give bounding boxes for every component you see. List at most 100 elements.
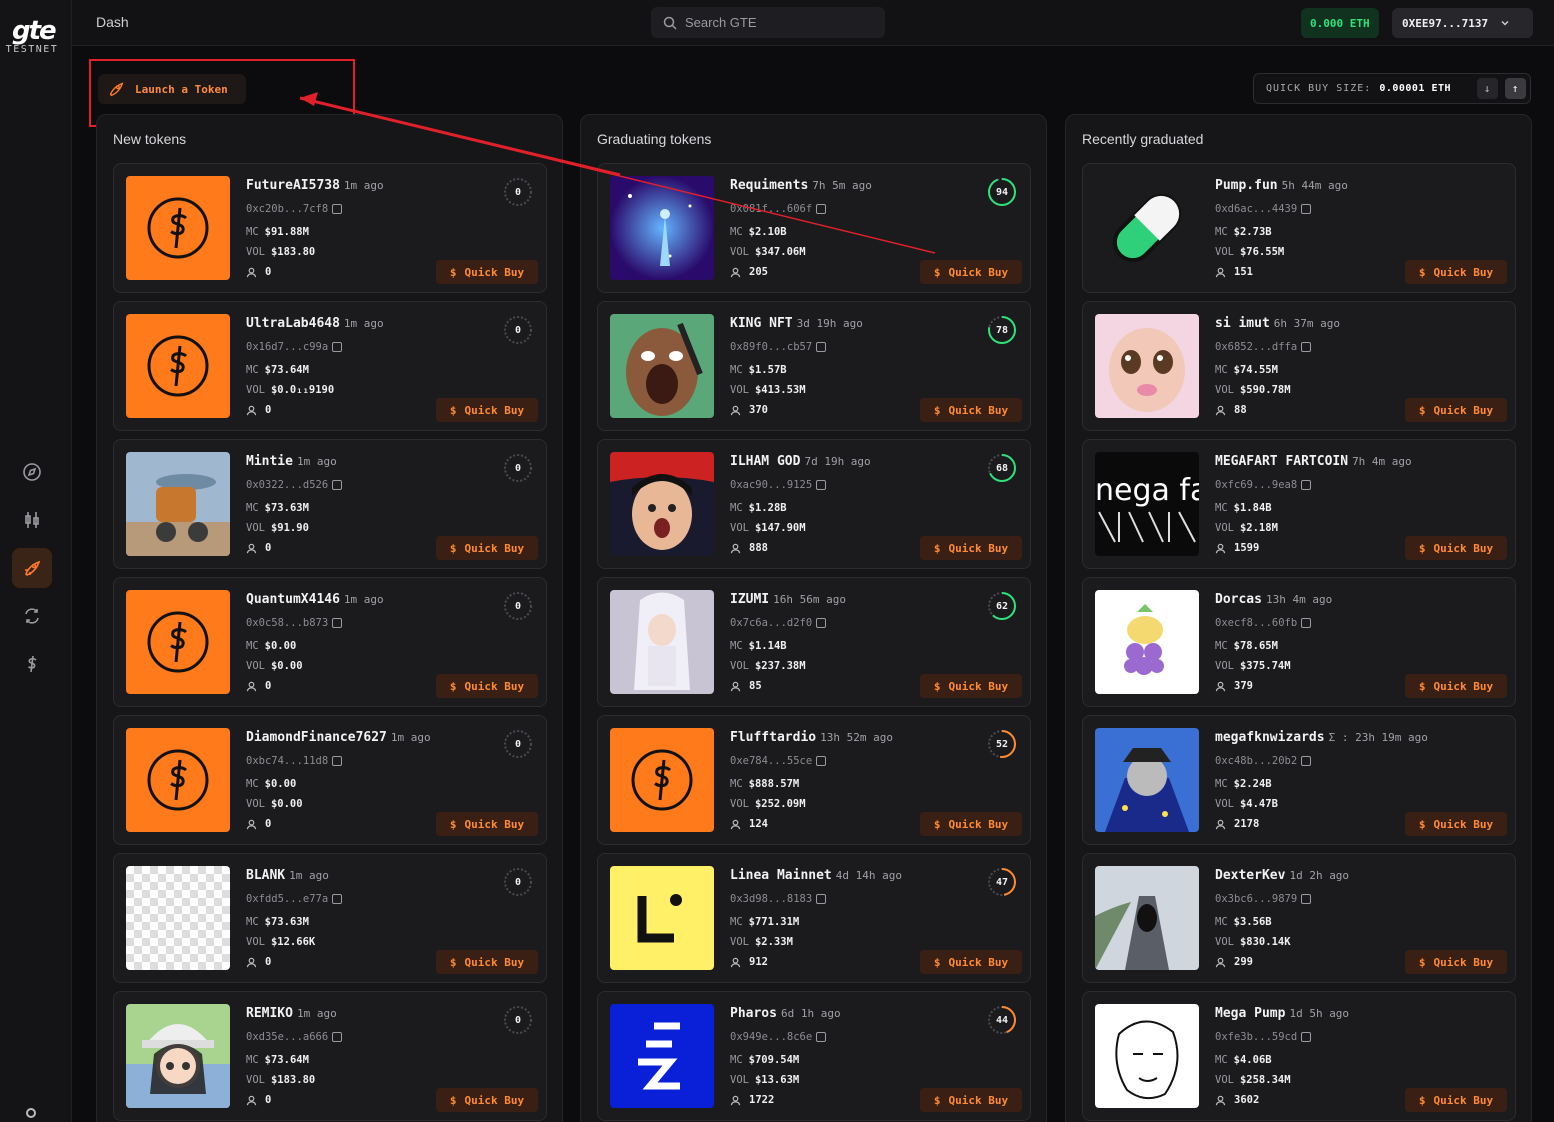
copy-icon[interactable] bbox=[332, 618, 343, 628]
copy-icon[interactable] bbox=[332, 342, 343, 352]
search-input[interactable] bbox=[685, 15, 865, 30]
copy-icon[interactable] bbox=[816, 618, 827, 628]
quick-buy-button[interactable]: $ Quick Buy bbox=[920, 536, 1022, 560]
holders-count: 88 bbox=[1234, 404, 1247, 416]
quick-buy-button[interactable]: $ Quick Buy bbox=[1405, 1088, 1507, 1112]
copy-icon[interactable] bbox=[332, 756, 343, 766]
token-card[interactable]: FutureAI5738 1m ago 0xc20b...7cf8 MC $91.88M… bbox=[113, 163, 547, 293]
token-name: Mintie bbox=[246, 454, 293, 469]
quick-buy-button[interactable]: $ Quick Buy bbox=[920, 398, 1022, 422]
token-card[interactable]: Pump.fun 5h 44m ago 0xd6ac...4439 MC $2.73B V… bbox=[1082, 163, 1516, 293]
quick-buy-label: Quick Buy bbox=[464, 541, 525, 555]
copy-icon[interactable] bbox=[816, 480, 827, 490]
eth-balance[interactable]: 0.000 ETH bbox=[1301, 8, 1379, 38]
token-card[interactable]: BLANK 1m ago 0xfdd5...e77a MC $73.63M VOL $12.… bbox=[113, 853, 547, 983]
copy-icon[interactable] bbox=[1301, 342, 1312, 352]
token-card[interactable]: Linea Mainnet 4d 14h ago 0x3d98...8183 MC $7… bbox=[597, 853, 1031, 983]
copy-icon[interactable] bbox=[1301, 894, 1312, 904]
quick-buy-button[interactable]: $ Quick Buy bbox=[1405, 260, 1507, 284]
quick-buy-button[interactable]: $ Quick Buy bbox=[436, 536, 538, 560]
launch-token-button[interactable]: Launch a Token bbox=[98, 74, 246, 104]
market-cap: $1.57B bbox=[748, 364, 787, 376]
quick-buy-button[interactable]: $ Quick Buy bbox=[436, 674, 538, 698]
vol-label: VOL bbox=[1215, 384, 1234, 396]
quick-buy-button[interactable]: $ Quick Buy bbox=[920, 1088, 1022, 1112]
wallet-button[interactable]: 0XEE97...7137 bbox=[1392, 8, 1533, 38]
mc-label: MC bbox=[730, 640, 743, 652]
sidebar-item-swap[interactable] bbox=[12, 596, 52, 636]
quick-buy-button[interactable]: $ Quick Buy bbox=[1405, 812, 1507, 836]
token-card[interactable]: UltraLab4648 1m ago 0x16d7...c99a MC $73.64M… bbox=[113, 301, 547, 431]
token-card[interactable]: IZUMI 16h 56m ago 0x7c6a...d2f0 MC $1.14B VOL… bbox=[597, 577, 1031, 707]
market-cap: $1.28B bbox=[748, 502, 787, 514]
quick-buy-button[interactable]: $ Quick Buy bbox=[436, 260, 538, 284]
market-cap-row: MC $709.54M bbox=[730, 1054, 799, 1066]
quick-buy-button[interactable]: $ Quick Buy bbox=[436, 398, 538, 422]
quick-buy-button[interactable]: $ Quick Buy bbox=[1405, 536, 1507, 560]
token-card[interactable]: Flufftardio 13h 52m ago 0xe784...55ce MC $88… bbox=[597, 715, 1031, 845]
user-icon bbox=[246, 267, 257, 277]
sidebar-item-trade[interactable] bbox=[12, 500, 52, 540]
sidebar-item-launchpad[interactable] bbox=[12, 548, 52, 588]
token-address-row: 0xbc74...11d8 bbox=[246, 755, 343, 767]
copy-icon[interactable] bbox=[816, 342, 827, 352]
copy-icon[interactable] bbox=[1301, 756, 1312, 766]
quick-buy-button[interactable]: $ Quick Buy bbox=[1405, 398, 1507, 422]
sidebar-item-discover[interactable] bbox=[12, 452, 52, 492]
copy-icon[interactable] bbox=[332, 480, 343, 490]
token-card[interactable]: Dorcas 13h 4m ago 0xecf8...60fb MC $78.65M VO… bbox=[1082, 577, 1516, 707]
copy-icon[interactable] bbox=[1301, 618, 1312, 628]
quick-buy-button[interactable]: $ Quick Buy bbox=[436, 1088, 538, 1112]
market-cap: $2.24B bbox=[1233, 778, 1272, 790]
token-card[interactable]: nega fa MEGAFART FARTCOIN 7h 4m ago 0xfc69.… bbox=[1082, 439, 1516, 569]
arrow-up-icon[interactable]: ↑ bbox=[1505, 78, 1526, 99]
token-name: DexterKev bbox=[1215, 868, 1286, 883]
copy-icon[interactable] bbox=[816, 756, 827, 766]
token-card[interactable]: DiamondFinance7627 1m ago 0xbc74...11d8 MC $… bbox=[113, 715, 547, 845]
token-name: Dorcas bbox=[1215, 592, 1262, 607]
token-card[interactable]: KING NFT 3d 19h ago 0x89f0...cb57 MC $1.57B V… bbox=[597, 301, 1031, 431]
quick-buy-button[interactable]: $ Quick Buy bbox=[920, 674, 1022, 698]
market-cap: $73.64M bbox=[264, 1054, 309, 1066]
token-card[interactable]: ILHAM GOD 7d 19h ago 0xac90...9125 MC $1.28B… bbox=[597, 439, 1031, 569]
column-title: New tokens bbox=[113, 131, 187, 147]
rocket-icon bbox=[25, 560, 41, 576]
quick-buy-button[interactable]: $ Quick Buy bbox=[920, 812, 1022, 836]
quick-buy-button[interactable]: $ Quick Buy bbox=[1405, 674, 1507, 698]
sidebar-item-earn[interactable] bbox=[12, 644, 52, 684]
token-age: 1m ago bbox=[343, 179, 384, 192]
gte-logo[interactable]: gte bbox=[6, 10, 64, 46]
copy-icon[interactable] bbox=[1301, 204, 1312, 214]
holders-row: 205 bbox=[730, 266, 768, 278]
token-card[interactable]: REMIKO 1m ago 0xd35e...a666 MC $73.64M VOL $18… bbox=[113, 991, 547, 1121]
search-box[interactable] bbox=[651, 7, 885, 38]
copy-icon[interactable] bbox=[816, 1032, 827, 1042]
arrow-down-icon[interactable]: ↓ bbox=[1477, 78, 1498, 99]
holders-count: 151 bbox=[1234, 266, 1253, 278]
token-card[interactable]: Pharos 6d 1h ago 0x949e...8c6e MC $709.54M VO… bbox=[597, 991, 1031, 1121]
holders-count: 85 bbox=[749, 680, 762, 692]
quick-buy-button[interactable]: $ Quick Buy bbox=[436, 812, 538, 836]
token-card[interactable]: megafknwizards Σ : 23h 19m ago 0xc48b...20… bbox=[1082, 715, 1516, 845]
copy-icon[interactable] bbox=[332, 894, 343, 904]
token-card[interactable]: DexterKev 1d 2h ago 0x3bc6...9879 MC $3.56B V… bbox=[1082, 853, 1516, 983]
chevron-down-icon bbox=[1501, 20, 1509, 26]
quick-buy-button[interactable]: $ Quick Buy bbox=[1405, 950, 1507, 974]
settings-icon[interactable] bbox=[26, 1108, 36, 1118]
quick-buy-button[interactable]: $ Quick Buy bbox=[436, 950, 538, 974]
copy-icon[interactable] bbox=[332, 1032, 343, 1042]
copy-icon[interactable] bbox=[816, 204, 827, 214]
copy-icon[interactable] bbox=[1301, 480, 1312, 490]
copy-icon[interactable] bbox=[816, 894, 827, 904]
vol-label: VOL bbox=[730, 798, 749, 810]
quick-buy-button[interactable]: $ Quick Buy bbox=[920, 950, 1022, 974]
token-card[interactable]: QuantumX4146 1m ago 0x0c58...b873 MC $0.00 VO… bbox=[113, 577, 547, 707]
copy-icon[interactable] bbox=[1301, 1032, 1312, 1042]
token-card[interactable]: Requiments 7h 5m ago 0x081f...606f MC $2.10B… bbox=[597, 163, 1031, 293]
token-card[interactable]: Mintie 1m ago 0x0322...d526 MC $73.63M VOL $91… bbox=[113, 439, 547, 569]
copy-icon[interactable] bbox=[332, 204, 343, 214]
quick-buy-button[interactable]: $ Quick Buy bbox=[920, 260, 1022, 284]
token-card[interactable]: si imut 6h 37m ago 0x6852...dffa MC $74.55M V… bbox=[1082, 301, 1516, 431]
quick-buy-size[interactable]: QUICK BUY SIZE: 0.00001 ETH ↓ ↑ bbox=[1253, 73, 1531, 104]
token-card[interactable]: Mega Pump 1d 5h ago 0xfe3b...59cd MC $4.06B V… bbox=[1082, 991, 1516, 1121]
